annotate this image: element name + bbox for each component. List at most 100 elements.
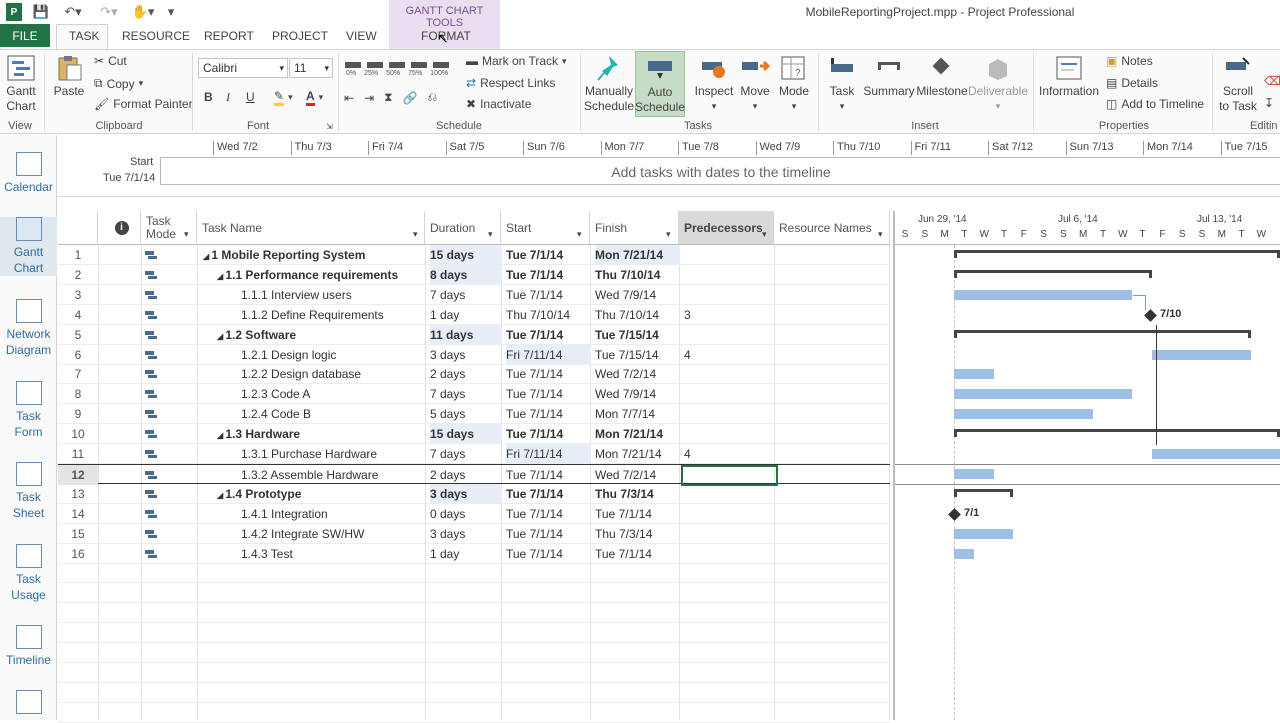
font-dialog-launcher-icon[interactable]: ⇲ — [326, 122, 333, 131]
cell-pred[interactable] — [684, 504, 775, 524]
cell-resources[interactable] — [777, 364, 889, 384]
view-gantt-chart[interactable]: Gantt Chart — [0, 217, 57, 276]
table-row[interactable]: 9 1.2.4 Code B 5 days Tue 7/1/14 Mon 7/7/14 — [58, 404, 890, 425]
cell-pred[interactable] — [684, 325, 775, 345]
cell-dur[interactable]: 1 day — [430, 305, 502, 325]
column-filter-arrow[interactable]: ▾ — [413, 229, 418, 240]
task-name-cell[interactable]: 1.3.2 Assemble Hardware — [241, 465, 425, 485]
row-number[interactable]: 6 — [58, 345, 98, 365]
respect-links-button[interactable]: ⇄ Respect Links — [466, 76, 555, 90]
cell-resources[interactable] — [777, 285, 889, 305]
view-task-form[interactable]: Task Form — [0, 381, 57, 440]
view-task-usage[interactable]: Task Usage — [0, 544, 57, 603]
task-name-cell[interactable]: ◢ 1.4 Prototype — [217, 484, 425, 504]
cell-start[interactable]: Tue 7/1/14 — [506, 325, 591, 345]
inspect-button[interactable]: Inspect ▾ — [693, 54, 735, 114]
table-row[interactable]: 15 1.4.2 Integrate SW/HW 3 days Tue 7/1/14 T… — [58, 524, 890, 544]
cell-finish[interactable]: Wed 7/2/14 — [595, 364, 680, 384]
gantt-summary-bar[interactable] — [954, 329, 1251, 338]
table-row[interactable]: 16 1.4.3 Test 1 day Tue 7/1/14 Tue 7/1/14 — [58, 544, 890, 564]
timeline-bar[interactable]: Add tasks with dates to the timeline — [160, 157, 1280, 185]
insert-milestone-button[interactable]: Milestone — [916, 54, 968, 99]
outdent-icon[interactable]: ⇤ — [344, 91, 354, 105]
tab-file[interactable]: FILE — [0, 24, 50, 47]
cell-dur[interactable]: 7 days — [430, 444, 502, 464]
task-name-cell[interactable]: 1.2.1 Design logic — [241, 345, 425, 365]
cell-dur[interactable]: 3 days — [430, 345, 502, 365]
cell-finish[interactable]: Thu 7/3/14 — [595, 524, 680, 544]
cell-pred[interactable] — [684, 245, 775, 265]
mode-button[interactable]: ? Mode ▾ — [776, 54, 812, 114]
save-icon[interactable]: 💾 — [32, 3, 50, 21]
table-row[interactable]: 12 1.3.2 Assemble Hardware 2 days Tue 7/1/1… — [58, 463, 890, 486]
gantt-task-bar[interactable] — [954, 528, 1014, 539]
clear-icon[interactable]: ⌫ — [1264, 74, 1280, 88]
split-task-icon[interactable]: ⧗ — [384, 90, 392, 105]
cell-finish[interactable]: Thu 7/10/14 — [595, 265, 680, 285]
cell-dur[interactable]: 15 days — [430, 245, 502, 265]
task-name-cell[interactable]: 1.1.2 Define Requirements — [241, 305, 425, 325]
gantt-chart-button[interactable]: Gantt Chart — [2, 54, 40, 114]
column-filter-arrow[interactable]: ▾ — [666, 229, 671, 240]
table-row[interactable]: 8 1.2.3 Code A 7 days Tue 7/1/14 Wed 7/9/14 — [58, 384, 890, 405]
gantt-summary-bar[interactable] — [954, 269, 1152, 278]
cell-pred[interactable] — [684, 524, 775, 544]
cell-start[interactable]: Tue 7/1/14 — [506, 245, 591, 265]
insert-task-button[interactable]: Task ▾ — [824, 54, 860, 114]
cell-resources[interactable] — [777, 345, 889, 365]
row-number[interactable]: 15 — [58, 524, 98, 544]
cell-pred[interactable] — [684, 544, 775, 564]
format-painter-button[interactable]: 🖌 Format Painter — [94, 97, 193, 111]
table-row[interactable]: 1 ◢ 1 Mobile Reporting System 15 days Tue 7… — [58, 245, 890, 265]
cell-finish[interactable]: Tue 7/1/14 — [595, 504, 680, 524]
view-calendar[interactable]: Calendar — [0, 152, 57, 195]
cell-dur[interactable]: 2 days — [430, 465, 502, 485]
cell-dur[interactable]: 0 days — [430, 504, 502, 524]
cell-dur[interactable]: 2 days — [430, 364, 502, 384]
header-resource-names[interactable]: Resource Names — [774, 211, 890, 245]
cell-start[interactable]: Thu 7/10/14 — [506, 305, 591, 325]
row-number[interactable]: 3 — [58, 285, 98, 305]
cell-finish[interactable]: Tue 7/15/14 — [595, 345, 680, 365]
column-filter-arrow[interactable]: ▾ — [878, 229, 883, 240]
cell-pred[interactable] — [684, 364, 775, 384]
cell-start[interactable]: Tue 7/1/14 — [506, 364, 591, 384]
italic-button[interactable]: I — [226, 90, 230, 105]
task-name-cell[interactable]: 1.2.3 Code A — [241, 384, 425, 404]
fill-icon[interactable]: ↧ — [1264, 96, 1274, 110]
information-button[interactable]: Information — [1036, 54, 1102, 99]
indent-icon[interactable]: ⇥ — [364, 91, 374, 105]
gantt-task-bar[interactable] — [954, 369, 994, 380]
cell-start[interactable]: Tue 7/1/14 — [506, 504, 591, 524]
column-filter-arrow[interactable]: ▾ — [184, 229, 189, 240]
task-name-cell[interactable]: ◢ 1.3 Hardware — [217, 424, 425, 444]
cell-finish[interactable]: Mon 7/21/14 — [595, 424, 680, 444]
gantt-task-bar[interactable] — [1152, 349, 1251, 360]
customize-qat-icon[interactable]: ▾ — [164, 3, 178, 21]
cell-finish[interactable]: Mon 7/7/14 — [595, 404, 680, 424]
row-number[interactable]: 7 — [58, 364, 98, 384]
cell-start[interactable]: Fri 7/11/14 — [506, 344, 591, 365]
mark-on-track-button[interactable]: ▬ Mark on Track ▾ — [466, 54, 567, 68]
cell-finish[interactable]: Tue 7/15/14 — [595, 325, 680, 345]
cell-dur[interactable]: 8 days — [430, 264, 502, 285]
row-number[interactable]: 16 — [58, 544, 98, 564]
row-number[interactable]: 14 — [58, 504, 98, 524]
gantt-summary-bar[interactable] — [954, 488, 1014, 497]
cell-start[interactable]: Tue 7/1/14 — [506, 465, 591, 485]
tab-task[interactable]: TASK — [69, 29, 99, 45]
cell-resources[interactable] — [777, 524, 889, 544]
cell-resources[interactable] — [777, 265, 889, 285]
cell-pred[interactable]: 4 — [684, 345, 775, 365]
cell-pred[interactable] — [684, 384, 775, 404]
task-name-cell[interactable]: 1.2.2 Design database — [241, 364, 425, 384]
task-name-cell[interactable]: ◢ 1.1 Performance requirements — [217, 265, 425, 285]
manually-schedule-button[interactable]: Manually Schedule — [584, 54, 634, 114]
task-name-cell[interactable]: ◢ 1.2 Software — [217, 325, 425, 345]
row-number[interactable]: 9 — [58, 404, 98, 424]
row-number[interactable]: 1 — [58, 245, 98, 265]
highlight-button[interactable]: ✎ ▾ — [274, 89, 293, 106]
table-row[interactable]: 3 1.1.1 Interview users 7 days Tue 7/1/14 We… — [58, 285, 890, 305]
font-size-select[interactable]: 11 ▾ — [289, 58, 333, 78]
cell-resources[interactable] — [777, 384, 889, 404]
